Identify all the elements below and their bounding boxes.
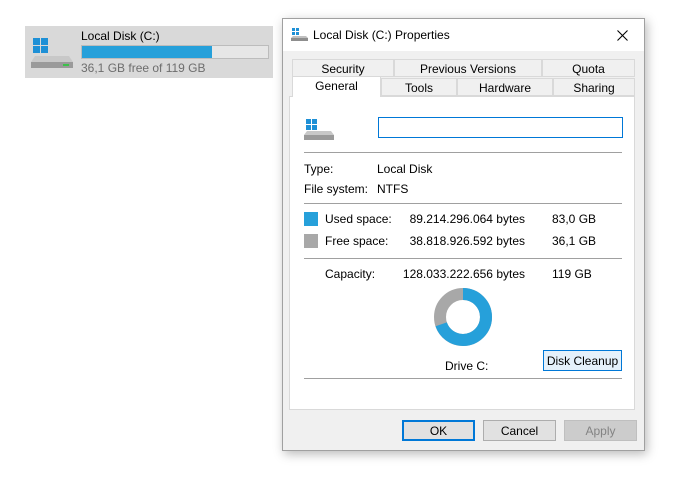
- disk-cleanup-button[interactable]: Disk Cleanup: [543, 350, 622, 371]
- drive-caption: Drive C:: [445, 359, 489, 373]
- used-space-label: Used space:: [325, 212, 392, 226]
- apply-button[interactable]: Apply: [564, 420, 637, 441]
- drive-usage-bar: [81, 45, 269, 59]
- tab-quota[interactable]: Quota: [542, 59, 635, 77]
- tab-previous-versions[interactable]: Previous Versions: [394, 59, 542, 77]
- used-space-size: 83,0 GB: [552, 212, 597, 226]
- drive-free-text: 36,1 GB free of 119 GB: [81, 61, 206, 75]
- divider: [304, 152, 622, 153]
- windows-drive-icon: [31, 38, 75, 71]
- drive-name: Local Disk (C:): [81, 29, 160, 43]
- dialog-title: Local Disk (C:) Properties: [313, 28, 450, 42]
- tab-general[interactable]: General: [292, 76, 381, 97]
- divider: [304, 203, 622, 204]
- general-tab-panel: Type: Local Disk File system: NTFS Used …: [289, 96, 635, 410]
- tab-sharing[interactable]: Sharing: [553, 78, 635, 96]
- tab-hardware[interactable]: Hardware: [457, 78, 553, 96]
- free-space-swatch: [304, 234, 318, 248]
- type-label: Type:: [304, 162, 334, 176]
- tab-tools[interactable]: Tools: [381, 78, 457, 96]
- capacity-label: Capacity:: [325, 267, 376, 281]
- type-value: Local Disk: [377, 162, 433, 176]
- cancel-button[interactable]: Cancel: [483, 420, 556, 441]
- tab-security[interactable]: Security: [292, 59, 394, 77]
- dialog-titlebar[interactable]: Local Disk (C:) Properties: [283, 19, 644, 51]
- close-button[interactable]: [600, 19, 644, 51]
- file-system-label: File system:: [304, 182, 369, 196]
- used-space-swatch: [304, 212, 318, 226]
- drive-icon: [304, 119, 336, 144]
- volume-label-input[interactable]: [378, 117, 623, 138]
- usage-donut-chart: [434, 288, 492, 346]
- free-space-label: Free space:: [325, 234, 389, 248]
- file-system-value: NTFS: [377, 182, 409, 196]
- properties-dialog: Local Disk (C:) Properties Security Prev…: [282, 18, 645, 451]
- drive-usage-bar-fill: [82, 46, 212, 58]
- free-space-size: 36,1 GB: [552, 234, 597, 248]
- drive-tile-local-disk-c[interactable]: Local Disk (C:) 36,1 GB free of 119 GB: [25, 26, 273, 78]
- free-space-bytes: 38.818.926.592 bytes: [409, 234, 525, 248]
- capacity-size: 119 GB: [552, 267, 592, 281]
- divider: [304, 378, 622, 379]
- ok-button[interactable]: OK: [402, 420, 475, 441]
- drive-icon: [291, 28, 309, 45]
- used-space-bytes: 89.214.296.064 bytes: [409, 212, 525, 226]
- close-icon: [616, 29, 628, 41]
- divider: [304, 258, 622, 259]
- capacity-bytes: 128.033.222.656 bytes: [402, 267, 525, 281]
